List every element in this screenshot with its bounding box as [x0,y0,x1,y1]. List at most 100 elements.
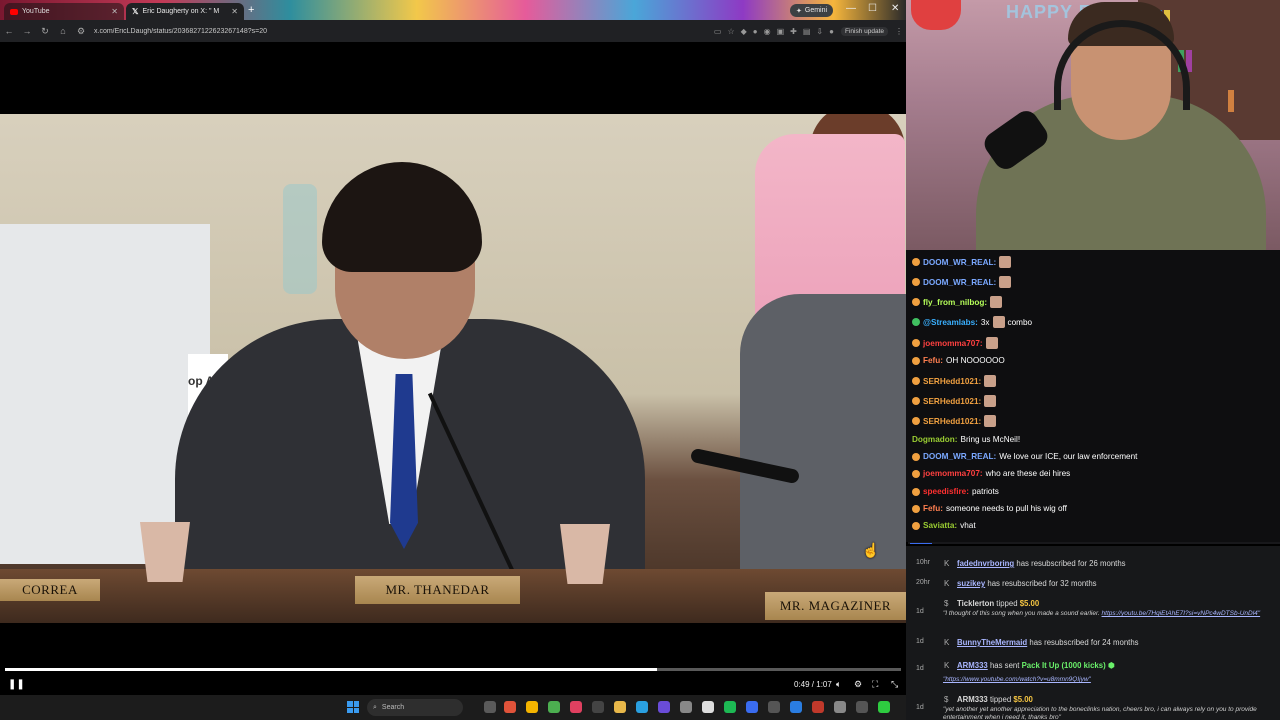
event-user[interactable]: Ticklerton [957,599,994,608]
site-info-icon[interactable]: ⚙ [72,26,90,37]
home-icon[interactable]: ⌂ [54,26,72,36]
app-icon[interactable] [570,701,582,713]
reload-icon[interactable]: ↻ [36,26,54,37]
chat-emote-icon [992,316,1005,328]
extension-icon[interactable]: ● [753,27,758,36]
tip-link[interactable]: https://youtu.be/7HqiEtAhE7I?si=vNPc4wDT… [1102,610,1261,617]
app-icon[interactable] [504,701,516,713]
app-icon[interactable] [592,701,604,713]
chat-username[interactable]: fly_from_nilbog: [923,298,987,307]
chat-username[interactable]: Fefu: [923,356,943,365]
chat-username[interactable]: Fefu: [923,504,943,513]
app-icon[interactable] [878,701,890,713]
event-description: tipped [996,599,1018,608]
event-user[interactable]: ARM333 [957,661,988,670]
kick-icon: K [944,559,950,568]
chat-message: joemomma707: who are these dei hires [912,469,1278,478]
chat-message: DOOM_WR_REAL: [912,256,1278,268]
event-user[interactable]: ARM333 [957,695,988,704]
app-icon[interactable] [680,701,692,713]
app-icon[interactable] [856,701,868,713]
download-icon[interactable]: ⇩ [816,27,823,36]
extension-icon[interactable]: ◆ [741,27,747,36]
new-tab-button[interactable]: + [248,4,254,16]
chat-message: joemomma707: [912,337,1278,349]
chat-message: DOOM_WR_REAL: We love our ICE, our law en… [912,452,1278,461]
maximize-icon[interactable]: ☐ [868,3,877,14]
chat-text: OH NOOOOOO [946,356,1005,365]
forward-icon[interactable]: → [18,26,36,36]
file-explorer-icon[interactable] [614,701,626,713]
captions-icon[interactable]: ⛶ [872,679,878,690]
chat-username[interactable]: DOOM_WR_REAL: [923,258,996,267]
close-tab-icon[interactable]: ✕ [111,7,118,16]
chrome-icon[interactable] [526,701,538,713]
bookmark-star-icon[interactable]: ☆ [727,27,734,36]
user-badge-icon [912,452,920,461]
app-icon[interactable] [702,701,714,713]
video-player[interactable]: op Ai CORREA MR. THANEDAR MR. MAGAZINER … [0,42,906,695]
chat-username[interactable]: speedisfire: [923,487,969,496]
chat-username[interactable]: Dogmadon: [912,435,957,444]
tip-message: "yet another yet another appreciation to… [943,706,1257,720]
extension-icon[interactable]: ▣ [777,27,785,36]
chat-username[interactable]: DOOM_WR_REAL: [923,452,996,461]
kick-icon: K [944,638,950,647]
event-user[interactable]: BunnyTheMermaid [957,638,1027,647]
chat-username[interactable]: SERHedd1021: [923,397,981,406]
app-icon[interactable] [768,701,780,713]
windows-start-icon[interactable] [347,701,359,713]
install-icon[interactable]: ▭ [714,27,722,36]
event-text: ARM333 has sent Pack It Up (1000 kicks) … [957,661,1115,670]
chat-emote-icon [984,395,997,407]
chat-username[interactable]: joemomma707: [923,339,983,348]
chat-username[interactable]: SERHedd1021: [923,417,981,426]
profile-avatar-icon[interactable]: ● [829,27,834,36]
chat-username[interactable]: joemomma707: [923,469,983,478]
chat-message: fly_from_nilbog: [912,296,1278,308]
event-description: has resubscribed for 26 months [1016,559,1126,568]
event-time: 1d [916,704,924,711]
close-window-icon[interactable]: ✕ [891,3,899,14]
back-icon[interactable]: ← [0,26,18,36]
chat-message: SERHedd1021: [912,375,1278,387]
gemini-button[interactable]: ✦ Gemini [790,4,834,17]
chat-username[interactable]: @Streamlabs: [923,318,978,327]
settings-gear-icon[interactable]: ⚙ [854,679,862,690]
app-icon[interactable] [636,701,648,713]
event-user[interactable]: fadednvrboring [957,559,1014,568]
event-user[interactable]: suzikey [957,579,985,588]
app-icon[interactable] [746,701,758,713]
app-icon[interactable] [658,701,670,713]
sidebar-icon[interactable]: ▤ [803,27,811,36]
app-icon[interactable] [834,701,846,713]
spotify-icon[interactable] [724,701,736,713]
tab-youtube[interactable]: YouTube ✕ [4,3,124,20]
pause-icon[interactable]: ❚❚ [8,679,25,690]
chat-message: SERHedd1021: [912,395,1278,407]
chat-username[interactable]: DOOM_WR_REAL: [923,278,996,287]
extensions-puzzle-icon[interactable]: ✚ [790,27,797,36]
finish-update-button[interactable]: Finish update [840,26,888,36]
menu-kebab-icon[interactable]: ⋮ [895,27,903,36]
close-tab-icon[interactable]: ✕ [231,7,238,16]
app-icon[interactable] [790,701,802,713]
kick-emote-icon: ⬢ [1107,661,1115,670]
chat-username[interactable]: Saviatta: [923,521,957,530]
progress-bar[interactable] [5,668,901,671]
gemini-label: Gemini [804,7,828,14]
taskbar-search[interactable]: ⌕ Search [367,699,463,716]
minimize-icon[interactable]: — [846,3,856,14]
extension-icon[interactable]: ◉ [764,27,771,36]
chat-username[interactable]: SERHedd1021: [923,377,981,386]
decoration [911,0,961,30]
app-icon[interactable] [812,701,824,713]
address-bar-row: ← → ↻ ⌂ ⚙ x.com/EricLDaugh/status/203682… [0,20,906,42]
task-view-icon[interactable] [484,701,496,713]
volume-icon[interactable]: 🔈︎ [836,679,841,690]
fullscreen-icon[interactable]: ⤡ [891,679,898,690]
app-icon[interactable] [548,701,560,713]
gift-link[interactable]: "https://www.youtube.com/watch?v=u8mmn9Q… [943,676,1091,683]
url-field[interactable]: x.com/EricLDaugh/status/2036827122623267… [94,28,711,35]
tab-x-post[interactable]: 𝕏 Eric Daugherty on X: " M ✕ [126,3,244,20]
